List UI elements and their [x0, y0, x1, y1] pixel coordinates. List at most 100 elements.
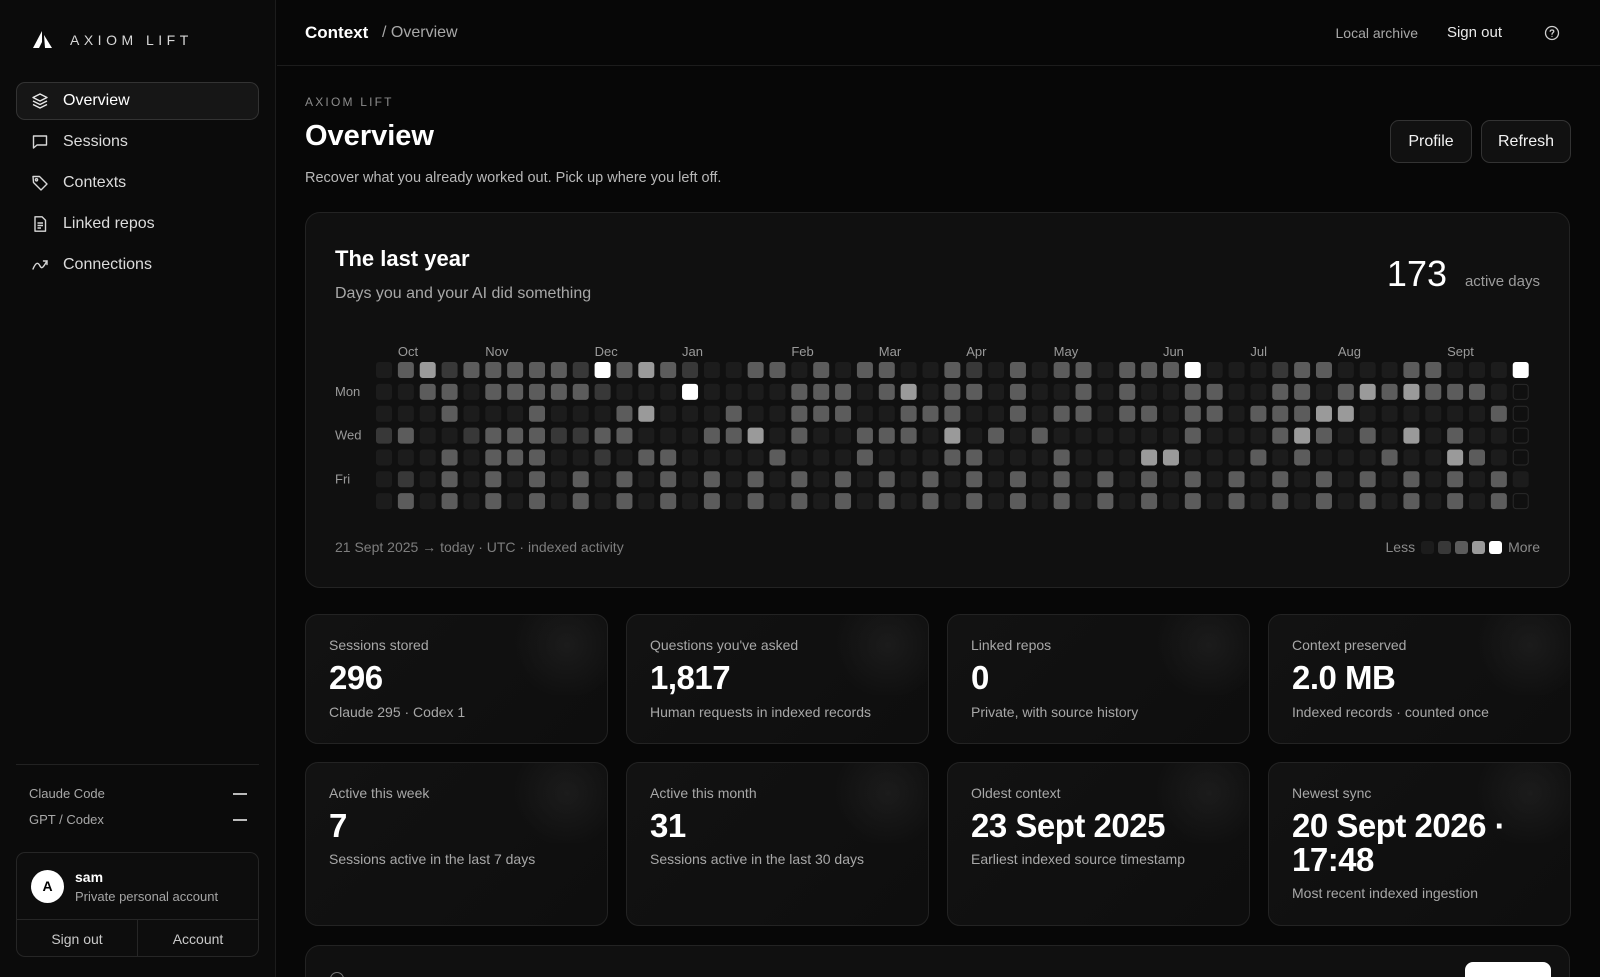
heatmap-cell[interactable] — [1315, 405, 1332, 422]
heatmap-cell[interactable] — [1381, 449, 1398, 466]
heatmap-cell[interactable] — [660, 471, 677, 488]
heatmap-cell[interactable] — [1272, 383, 1289, 400]
heatmap-cell[interactable] — [1162, 471, 1179, 488]
heatmap-cell[interactable] — [1075, 493, 1092, 510]
heatmap-cell[interactable] — [1403, 449, 1420, 466]
heatmap-cell[interactable] — [397, 383, 414, 400]
heatmap-cell[interactable] — [1490, 405, 1507, 422]
heatmap-cell[interactable] — [1381, 471, 1398, 488]
heatmap-cell[interactable] — [376, 493, 392, 510]
heatmap-cell[interactable] — [1469, 405, 1485, 422]
stat-card-context-preserved[interactable]: Context preserved 2.0 MB Indexed records… — [1268, 614, 1571, 744]
stat-card-oldest-context[interactable]: Oldest context 23 Sept 2025 Earliest ind… — [947, 762, 1250, 926]
heatmap-cell[interactable] — [747, 493, 764, 510]
heatmap-cell[interactable] — [944, 383, 961, 400]
heatmap-cell[interactable] — [1206, 362, 1223, 378]
heatmap-cell[interactable] — [1447, 493, 1464, 510]
sidebar-signout-button[interactable]: Sign out — [17, 920, 137, 956]
heatmap-cell[interactable] — [1447, 405, 1464, 422]
heatmap-cell[interactable] — [1009, 362, 1026, 378]
heatmap-cell[interactable] — [703, 405, 720, 422]
heatmap-cell[interactable] — [1250, 427, 1267, 444]
heatmap-cell[interactable] — [682, 493, 699, 510]
heatmap-cell[interactable] — [835, 471, 852, 488]
heatmap-cell[interactable] — [1228, 471, 1245, 488]
heatmap-cell[interactable] — [441, 471, 458, 488]
heatmap-cell[interactable] — [813, 449, 830, 466]
heatmap-cell[interactable] — [638, 405, 655, 422]
heatmap-cell[interactable] — [397, 405, 414, 422]
heatmap-cell[interactable] — [966, 449, 983, 466]
heatmap-cell[interactable] — [572, 493, 589, 510]
heatmap-cell[interactable] — [638, 427, 655, 444]
heatmap-cell[interactable] — [572, 471, 589, 488]
heatmap-cell[interactable] — [1250, 471, 1267, 488]
heatmap-cell[interactable] — [1097, 405, 1114, 422]
heatmap-cell[interactable] — [1425, 362, 1442, 378]
heatmap-cell[interactable] — [1294, 405, 1311, 422]
heatmap-cell[interactable] — [463, 383, 480, 400]
heatmap-cell[interactable] — [747, 427, 764, 444]
heatmap-cell[interactable] — [485, 471, 502, 488]
heatmap-cell[interactable] — [1075, 383, 1092, 400]
heatmap-cell[interactable] — [1315, 471, 1332, 488]
heatmap-cell[interactable] — [856, 471, 873, 488]
heatmap-cell[interactable] — [1141, 362, 1158, 378]
heatmap-cell[interactable] — [1294, 383, 1311, 400]
heatmap-cell[interactable] — [725, 405, 742, 422]
heatmap-cell[interactable] — [594, 471, 611, 488]
heatmap-cell[interactable] — [1031, 427, 1048, 444]
heatmap-cell[interactable] — [769, 449, 786, 466]
heatmap-cell[interactable] — [1250, 405, 1267, 422]
account-button[interactable]: Account — [137, 920, 258, 956]
heatmap-cell[interactable] — [550, 362, 567, 378]
heatmap-cell[interactable] — [1337, 405, 1354, 422]
heatmap-cell[interactable] — [660, 427, 677, 444]
heatmap-cell[interactable] — [529, 493, 546, 510]
heatmap-cell[interactable] — [747, 383, 764, 400]
heatmap-cell[interactable] — [616, 405, 633, 422]
heatmap-cell[interactable] — [1403, 471, 1420, 488]
heatmap-cell[interactable] — [1425, 493, 1442, 510]
heatmap-cell[interactable] — [1359, 362, 1376, 378]
heatmap-cell[interactable] — [725, 383, 742, 400]
heatmap-cell[interactable] — [441, 493, 458, 510]
heatmap-cell[interactable] — [550, 493, 567, 510]
signout-link[interactable]: Sign out — [1447, 24, 1502, 41]
heatmap-cell[interactable] — [944, 427, 961, 444]
heatmap-cell[interactable] — [682, 362, 699, 378]
heatmap-cell[interactable] — [463, 362, 480, 378]
heatmap-cell[interactable] — [988, 471, 1005, 488]
heatmap-cell[interactable] — [682, 383, 699, 400]
heatmap-cell[interactable] — [791, 405, 808, 422]
heatmap-cell[interactable] — [1097, 493, 1114, 510]
heatmap-cell[interactable] — [1403, 427, 1420, 444]
heatmap-cell[interactable] — [441, 449, 458, 466]
heatmap-cell[interactable] — [1075, 362, 1092, 378]
heatmap-cell[interactable] — [944, 493, 961, 510]
heatmap-cell[interactable] — [572, 449, 589, 466]
heatmap-cell[interactable] — [1031, 493, 1048, 510]
heatmap-cell[interactable] — [638, 383, 655, 400]
heatmap-cell[interactable] — [1272, 362, 1289, 378]
heatmap-cell[interactable] — [1075, 449, 1092, 466]
heatmap-cell[interactable] — [682, 427, 699, 444]
sidebar-item-sessions[interactable]: Sessions — [16, 123, 259, 161]
heatmap-cell[interactable] — [1447, 362, 1464, 378]
heatmap-cell[interactable] — [966, 493, 983, 510]
stat-card-linked-repos[interactable]: Linked repos 0 Private, with source hist… — [947, 614, 1250, 744]
heatmap-cell[interactable] — [835, 493, 852, 510]
heatmap-cell[interactable] — [638, 449, 655, 466]
heatmap-cell[interactable] — [1009, 427, 1026, 444]
heatmap-cell[interactable] — [856, 449, 873, 466]
heatmap-cell[interactable] — [485, 493, 502, 510]
heatmap-cell[interactable] — [878, 362, 895, 378]
heatmap-cell[interactable] — [376, 383, 392, 400]
stat-card-questions[interactable]: Questions you've asked 1,817 Human reque… — [626, 614, 929, 744]
heatmap-cell[interactable] — [703, 493, 720, 510]
profile-button[interactable]: Profile — [1390, 120, 1472, 163]
heatmap-cell[interactable] — [900, 493, 917, 510]
heatmap-cell[interactable] — [1097, 471, 1114, 488]
heatmap-cell[interactable] — [1075, 405, 1092, 422]
heatmap-cell[interactable] — [660, 405, 677, 422]
